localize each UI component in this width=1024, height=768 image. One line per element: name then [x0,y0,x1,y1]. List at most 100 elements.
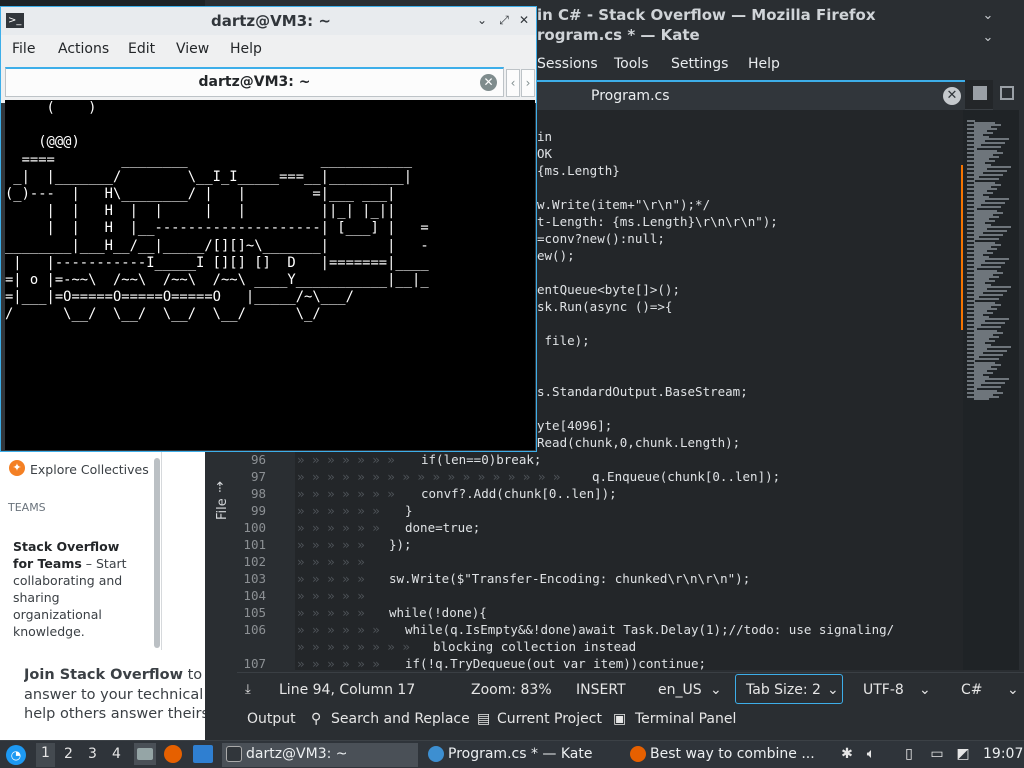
notifications-icon[interactable]: ◩ [954,745,972,763]
code-line: done=true; [405,520,481,535]
minimize-icon[interactable]: ⌄ [475,13,489,27]
menu-view[interactable]: View [176,41,209,57]
terminal-panel-toolview[interactable]: Terminal Panel [635,711,736,727]
code-line: ew(); [537,248,575,263]
minimize-icon[interactable]: ⌄ [980,8,996,24]
line-number: 105 [243,605,266,620]
code-line: w.Write(item+"\r\n");*/ [537,197,711,212]
minimap-line [974,266,1001,268]
taskbar-app-label: Best way to combine ... [650,746,815,762]
code-line: convf?.Add(chunk[0..len]); [421,486,617,501]
minimap-line [974,386,1001,388]
line-number: 103 [243,571,266,586]
menu-tools[interactable]: Tools [614,56,649,72]
indent-markers: » » » » » [297,554,373,569]
terminal-tab[interactable]: dartz@VM3: ~ ✕ [5,67,504,97]
chevron-left-icon[interactable]: ‹ [506,69,520,97]
upload-icon[interactable]: ⇡ [214,480,226,496]
chevron-right-icon[interactable]: › [521,69,535,97]
menu-actions[interactable]: Actions [58,41,109,57]
download-icon[interactable]: ⤓ [245,682,251,697]
menu-file[interactable]: File [12,41,35,57]
sidebar-scrollbar[interactable] [154,458,160,648]
chevron-down-icon: ⌄ [919,682,931,698]
taskbar-app-kate[interactable]: Program.cs * — Kate [424,743,620,767]
encoding-select[interactable]: UTF-8 [863,682,904,698]
network-icon[interactable]: ▭ [928,745,946,763]
code-line: s.StandardOutput.BaseStream; [537,384,748,399]
code-line: {ms.Length} [537,163,620,178]
split-icon[interactable] [973,86,987,100]
output-toolview[interactable]: Output [247,711,296,727]
close-icon[interactable]: ✕ [480,74,497,91]
teams-header: TEAMS [8,501,46,514]
terminal-window: >_ dartz@VM3: ~ ⌄ ⤢ ✕ File Actions Edit … [0,6,537,452]
status-bar: ⤓ Line 94, Column 17 Zoom: 83% INSERT en… [237,672,1024,706]
file-manager-icon[interactable] [134,743,156,765]
search-icon: ⚲ [311,711,322,727]
taskbar: ◔ 1 2 3 4 dartz@VM3: ~ Program.cs * — Ka… [0,740,1024,768]
firefox-icon[interactable] [164,745,182,763]
terminal-output[interactable]: ( ) (@@@) ==== ________ ___________ _| |… [5,100,535,450]
menu-settings[interactable]: Settings [671,56,728,72]
terminal-titlebar[interactable]: >_ dartz@VM3: ~ ⌄ ⤢ ✕ [1,7,536,35]
close-icon[interactable]: ✕ [943,87,961,105]
workspace-1[interactable]: 1 [36,743,55,767]
explore-collectives-link[interactable]: Explore Collectives [30,462,149,477]
code-line: t-Length: {ms.Length}\r\n\r\n"); [537,214,778,229]
tab-size-highlight [735,674,843,704]
language-select[interactable]: C# [961,682,983,698]
workspace-2[interactable]: 2 [64,746,73,762]
menu-sessions[interactable]: Sessions [537,56,598,72]
line-number: 107 [243,656,266,671]
minimap-line [974,206,1001,208]
minimap[interactable] [963,110,1019,670]
collectives-icon: ✦ [9,460,25,476]
volume-icon[interactable]: 🔈︎ [862,745,880,763]
minimize-icon[interactable]: ⌄ [980,30,996,46]
code-line: in [537,129,553,144]
taskbar-app-terminal[interactable]: dartz@VM3: ~ [222,743,418,767]
app-launcher-icon[interactable]: ◔ [6,745,26,765]
line-number: 102 [243,554,266,569]
clock[interactable]: 19:07 [983,746,1023,762]
search-replace-toolview[interactable]: Search and Replace [331,711,470,727]
indent-markers: » » » » » » [297,520,388,535]
code-line: }); [389,537,412,552]
bluetooth-icon[interactable]: ✱ [838,745,856,763]
workspace-4[interactable]: 4 [112,746,121,762]
menu-help[interactable]: Help [230,41,262,57]
teams-promo[interactable]: Stack Overflow for Teams – Start collabo… [13,538,138,640]
sl-train-ascii-art: ( ) (@@@) ==== ________ ___________ _| |… [5,100,429,323]
line-number: 101 [243,537,266,552]
join-banner: Join Stack Overflow to fin answer to you… [24,666,205,725]
firefox-window-title: in C# - Stack Overflow — Mozilla Firefox [537,6,876,24]
code-line: while(!done){ [389,605,487,620]
indent-markers: » » » » » » [297,503,388,518]
show-desktop-icon[interactable] [193,745,213,763]
join-link[interactable]: Join Stack Overflow [24,667,183,683]
input-mode[interactable]: INSERT [576,682,626,698]
menu-help[interactable]: Help [748,56,780,72]
sidebar-toggle-icon[interactable] [1000,86,1014,100]
tab-program-cs[interactable]: Program.cs ✕ [535,80,965,110]
minimap-line [974,238,999,240]
terminal-menubar: File Actions Edit View Help [1,35,536,65]
menu-edit[interactable]: Edit [128,41,155,57]
close-icon[interactable]: ✕ [517,13,531,27]
indent-markers: » » » » » » [297,622,388,637]
kate-icon [428,746,444,762]
minimap-line [974,398,989,400]
taskbar-app-firefox[interactable]: Best way to combine ... [626,743,826,767]
filesystem-tab[interactable]: File [215,498,230,520]
terminal-tabbar: dartz@VM3: ~ ✕ ‹ › [1,65,536,103]
dictionary-select[interactable]: en_US [658,682,702,698]
zoom-level[interactable]: Zoom: 83% [471,682,552,698]
current-project-toolview[interactable]: Current Project [497,711,602,727]
cursor-position[interactable]: Line 94, Column 17 [279,682,415,698]
minimap-line [974,146,1001,148]
workspace-3[interactable]: 3 [88,746,97,762]
clipboard-icon[interactable]: ▯ [900,745,918,763]
maximize-icon[interactable]: ⤢ [497,13,511,27]
minimap-line [974,178,999,180]
